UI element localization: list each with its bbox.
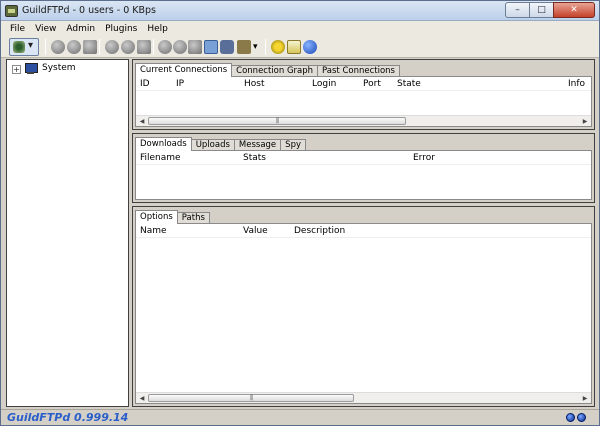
- column-name[interactable]: Name: [140, 226, 167, 236]
- app-window: GuildFTPd - 0 users - 0 KBps – □ ✕ File …: [0, 0, 600, 426]
- settings-list[interactable]: Name Value Description ◀ ▶: [135, 223, 592, 404]
- column-port[interactable]: Port: [363, 79, 381, 89]
- version-label: GuildFTPd 0.999.14: [7, 411, 129, 424]
- column-info[interactable]: Info: [568, 79, 585, 89]
- close-button[interactable]: ✕: [553, 2, 595, 18]
- connect-icon[interactable]: [158, 40, 172, 54]
- minimize-button[interactable]: –: [505, 2, 530, 18]
- menu-help[interactable]: Help: [142, 24, 173, 34]
- tree-node-system[interactable]: System: [42, 63, 76, 73]
- column-login[interactable]: Login: [312, 79, 336, 89]
- column-host[interactable]: Host: [244, 79, 265, 89]
- scroll-right-arrow[interactable]: ▶: [580, 394, 590, 403]
- window-title: GuildFTPd - 0 users - 0 KBps: [22, 5, 157, 16]
- server-toggle-button[interactable]: [9, 38, 39, 56]
- app-icon[interactable]: [5, 5, 18, 17]
- scroll-thumb[interactable]: [148, 117, 406, 125]
- menu-admin[interactable]: Admin: [61, 24, 100, 34]
- transfers-panel: Downloads Uploads Message Spy Filename S…: [132, 133, 595, 203]
- transfers-tabs: Downloads Uploads Message Spy: [135, 137, 306, 151]
- connections-list[interactable]: ID IP Host Login Port State Info ◀ ▶: [135, 76, 592, 127]
- transfers-list[interactable]: Filename Stats Error: [135, 150, 592, 200]
- settings-panel: Options Paths Name Value Description ◀ ▶: [132, 206, 595, 407]
- settings-header: Name Value Description: [136, 224, 591, 238]
- column-stats[interactable]: Stats: [243, 153, 266, 163]
- scroll-left-arrow[interactable]: ◀: [137, 394, 147, 403]
- toolbar: ▾: [1, 36, 599, 58]
- window-controls: – □ ✕: [505, 2, 595, 18]
- kick-user-icon[interactable]: [51, 40, 65, 54]
- tab-current-connections[interactable]: Current Connections: [135, 63, 233, 77]
- system-tree: + System: [6, 59, 129, 407]
- connection-status-icon: [566, 413, 575, 422]
- status-bar: GuildFTPd 0.999.14: [1, 409, 599, 425]
- ban-ip-icon[interactable]: [121, 40, 135, 54]
- scroll-right-arrow[interactable]: ▶: [580, 117, 590, 126]
- title-bar: GuildFTPd - 0 users - 0 KBps – □ ✕: [1, 1, 599, 21]
- transfer-status-icon: [577, 413, 586, 422]
- lightbulb-icon[interactable]: [271, 40, 285, 54]
- kick-all-icon[interactable]: [105, 40, 119, 54]
- menu-bar: File View Admin Plugins Help: [1, 21, 599, 36]
- menu-file[interactable]: File: [5, 24, 30, 34]
- connections-panel: Current Connections Connection Graph Pas…: [132, 59, 595, 130]
- toolbar-separator: [45, 39, 46, 55]
- tree-expander[interactable]: +: [12, 65, 21, 74]
- column-value[interactable]: Value: [243, 226, 268, 236]
- tools-icon[interactable]: [237, 40, 251, 54]
- help-book-icon[interactable]: [287, 40, 301, 54]
- log-icon[interactable]: [204, 40, 218, 54]
- about-icon[interactable]: [303, 40, 317, 54]
- transfers-header: Filename Stats Error: [136, 151, 591, 165]
- users-icon[interactable]: [220, 40, 234, 54]
- scroll-thumb[interactable]: [148, 394, 354, 402]
- menu-view[interactable]: View: [30, 24, 61, 34]
- maximize-button[interactable]: □: [529, 2, 554, 18]
- remote-admin-icon[interactable]: [188, 40, 202, 54]
- column-state[interactable]: State: [397, 79, 421, 89]
- chevron-down-icon[interactable]: ▾: [253, 40, 261, 54]
- toolbar-separator: [265, 39, 266, 55]
- tab-downloads[interactable]: Downloads: [135, 137, 192, 151]
- broadcast-icon[interactable]: [137, 40, 151, 54]
- connections-hscrollbar[interactable]: ◀ ▶: [136, 115, 591, 126]
- connections-header: ID IP Host Login Port State Info: [136, 77, 591, 91]
- scroll-left-arrow[interactable]: ◀: [137, 117, 147, 126]
- ban-user-icon[interactable]: [67, 40, 81, 54]
- menu-plugins[interactable]: Plugins: [100, 24, 142, 34]
- column-id[interactable]: ID: [140, 79, 150, 89]
- column-description[interactable]: Description: [294, 226, 345, 236]
- message-user-icon[interactable]: [83, 40, 97, 54]
- column-filename[interactable]: Filename: [140, 153, 181, 163]
- settings-hscrollbar[interactable]: ◀ ▶: [136, 392, 591, 403]
- column-error[interactable]: Error: [413, 153, 435, 163]
- column-ip[interactable]: IP: [176, 79, 184, 89]
- toolbar-separator: [99, 39, 100, 55]
- globe-icon[interactable]: [173, 40, 187, 54]
- settings-tabs: Options Paths: [135, 210, 210, 224]
- tab-options[interactable]: Options: [135, 210, 178, 224]
- toolbar-separator: [153, 39, 154, 55]
- computer-icon: [24, 63, 38, 75]
- connections-tabs: Current Connections Connection Graph Pas…: [135, 63, 400, 77]
